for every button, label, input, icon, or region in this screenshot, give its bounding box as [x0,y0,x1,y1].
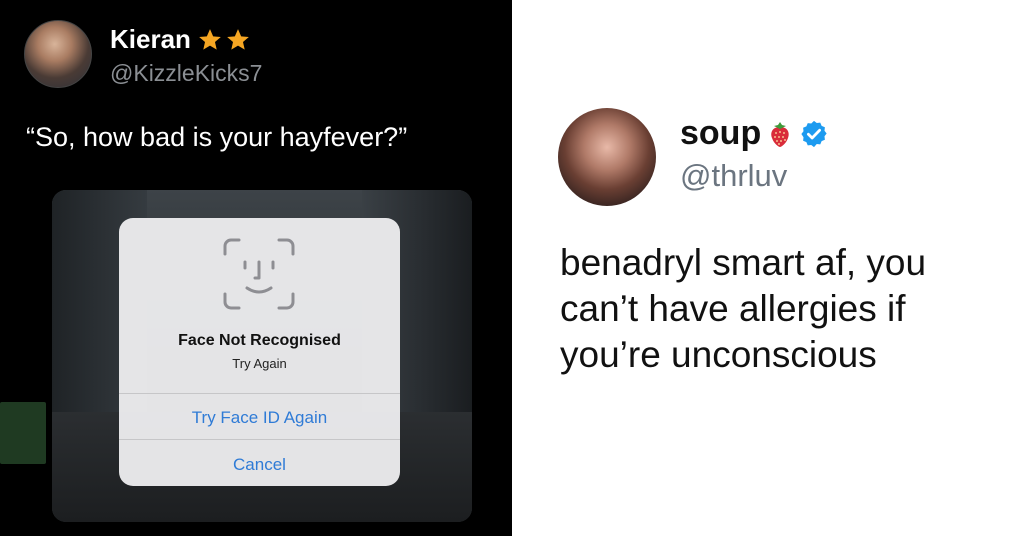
tweet-text: “So, how bad is your hayfever?” [26,122,408,152]
user-handle[interactable]: @KizzleKicks7 [110,60,262,87]
tweet-text: benadryl smart af, you can’t have allerg… [560,242,927,375]
cancel-button[interactable]: Cancel [119,455,400,475]
right-tweet-panel: soup @thrluv benadryl smart af, you can’… [512,0,1024,536]
user-handle[interactable]: @thrluv [680,158,787,194]
divider [119,393,400,394]
face-id-alert: Face Not Recognised Try Again Try Face I… [119,218,400,486]
verified-icon [801,120,827,147]
star-icon [227,28,249,50]
left-tweet-panel: Kieran @KizzleKicks7 “So, how bad is you… [0,0,512,536]
user-name-row: soup [680,114,829,153]
user-name[interactable]: Kieran [110,24,191,55]
green-patch [0,402,46,464]
user-name[interactable]: soup [680,114,761,153]
avatar[interactable] [558,108,656,206]
user-name-row: Kieran [110,24,251,55]
alert-subtitle: Try Again [232,356,287,371]
star-badges [197,27,251,53]
star-icon [199,28,221,50]
divider [119,439,400,440]
alert-title: Face Not Recognised [178,332,341,349]
try-face-id-again-button[interactable]: Try Face ID Again [119,408,400,428]
avatar[interactable] [24,20,92,88]
strawberry-icon [771,121,789,147]
face-id-icon [223,238,295,310]
